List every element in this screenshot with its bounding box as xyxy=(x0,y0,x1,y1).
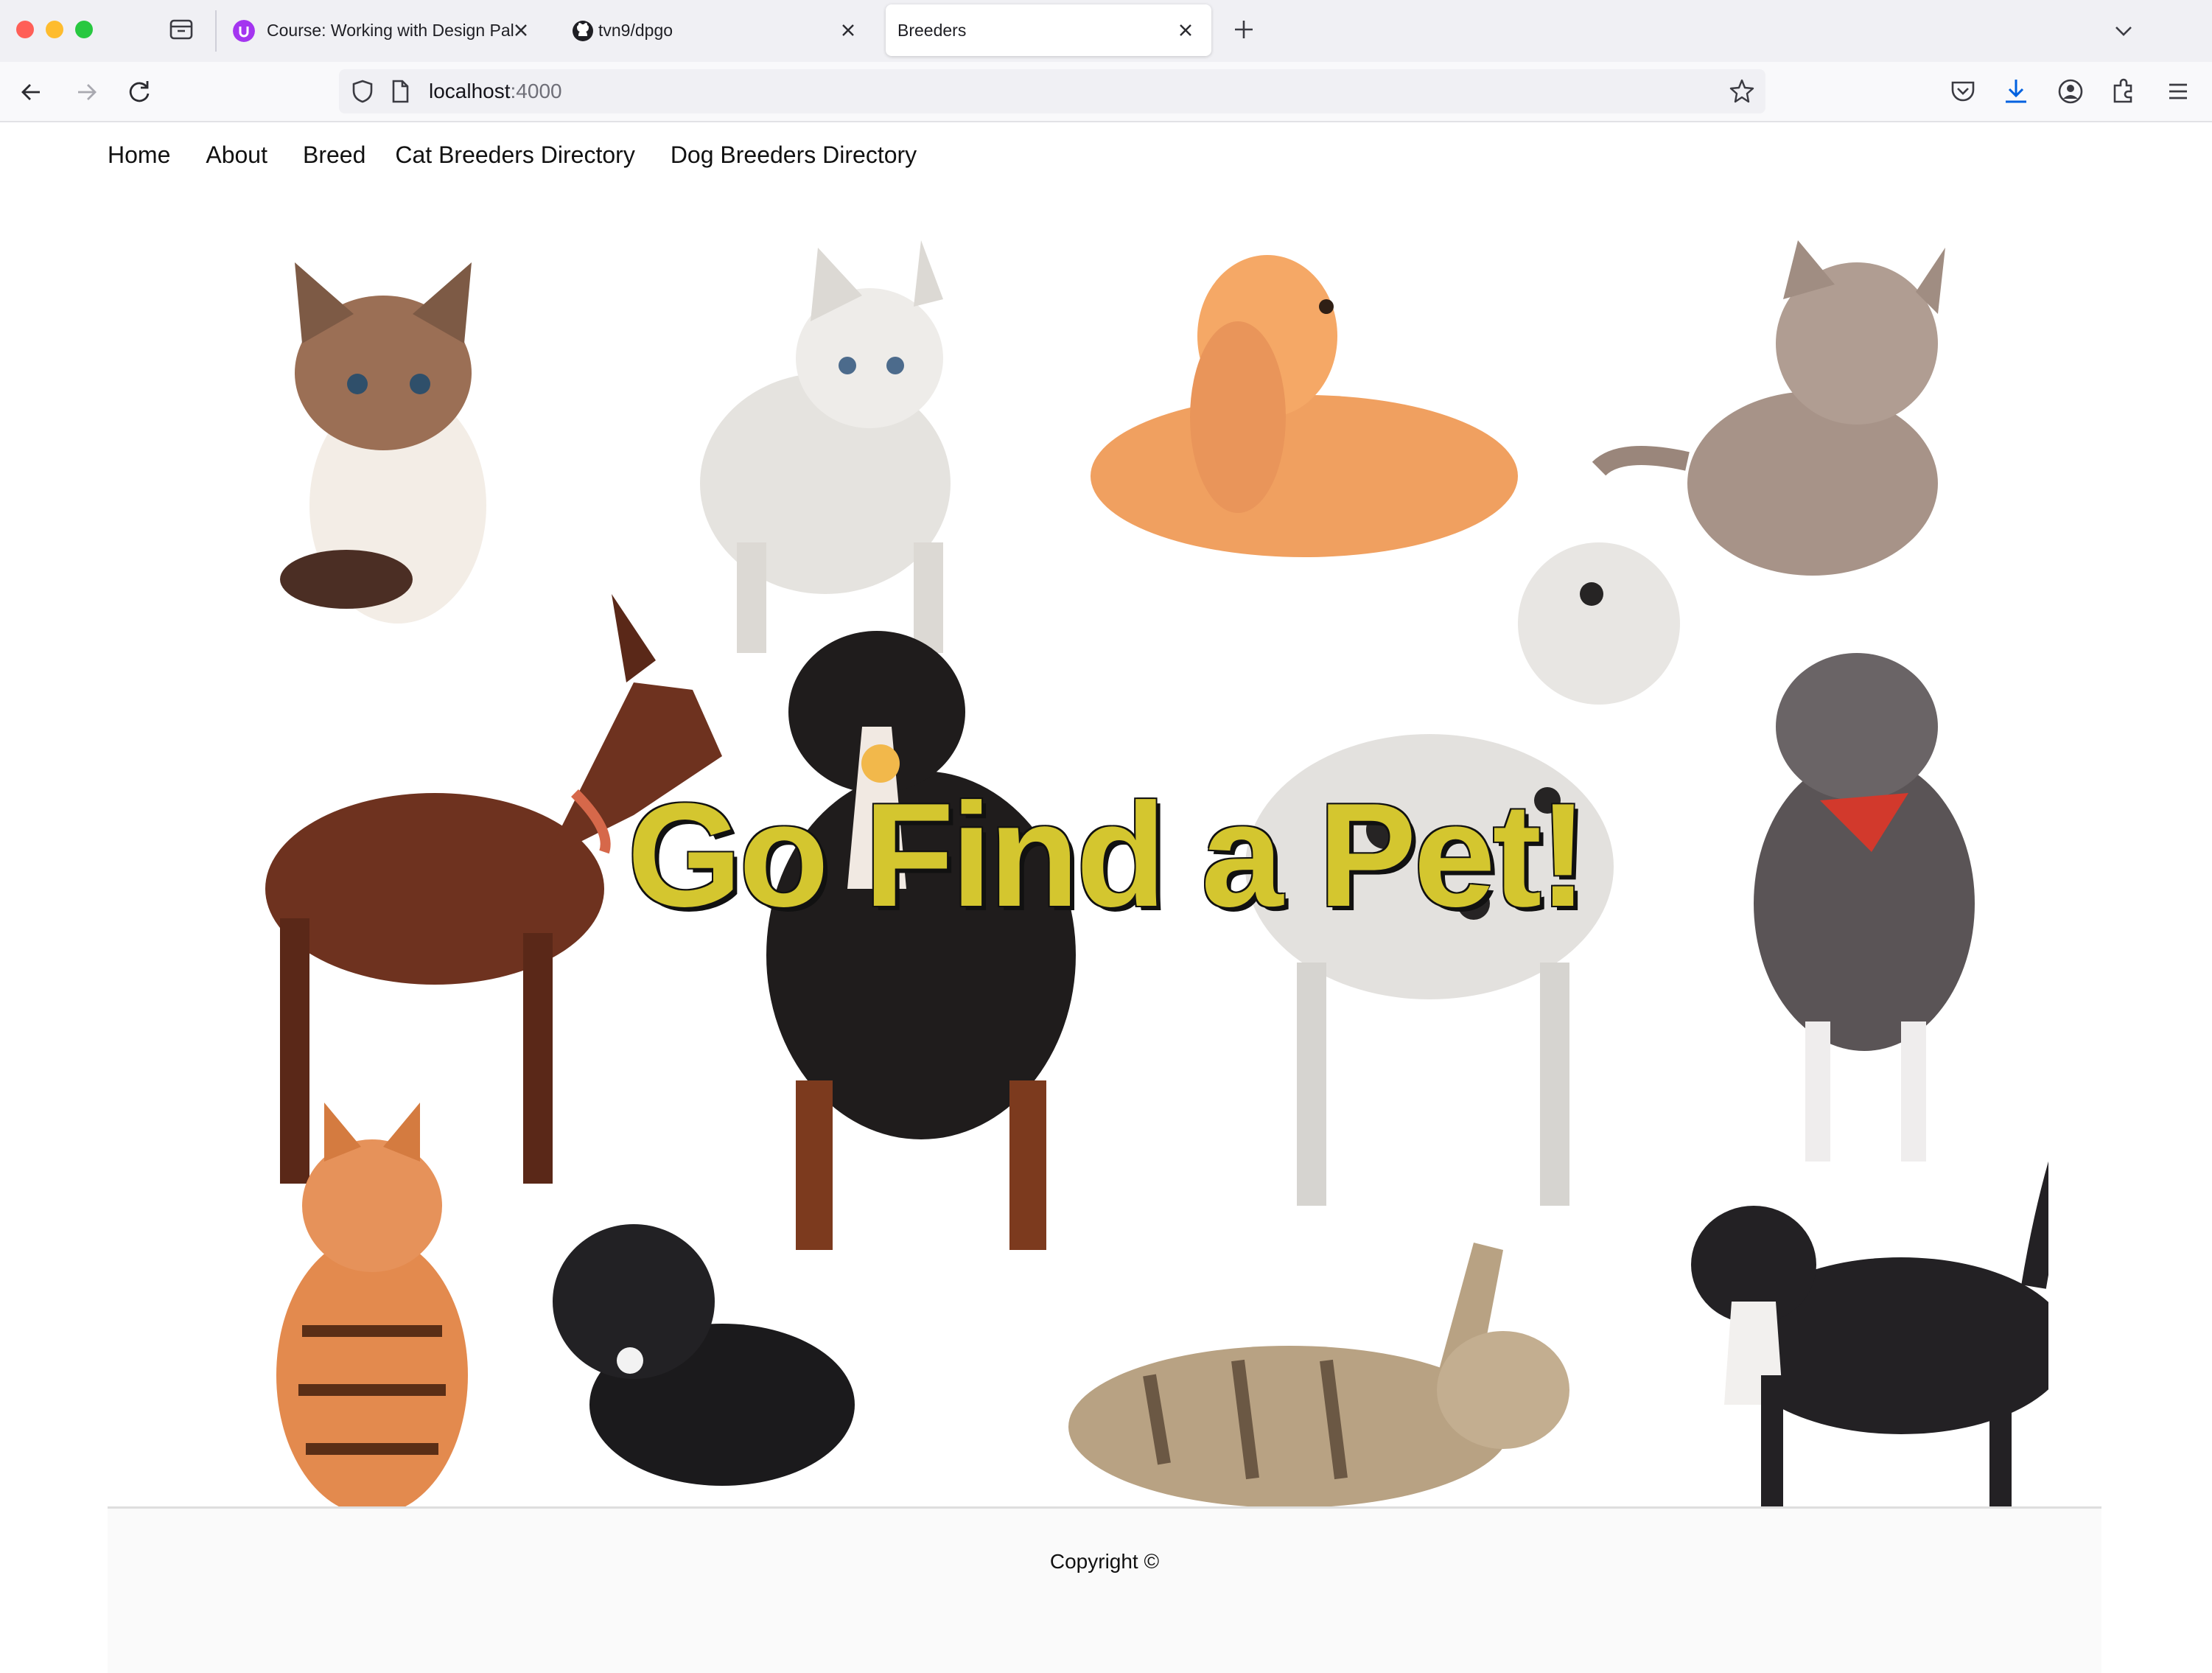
tab-title: Course: Working with Design Pal xyxy=(267,20,514,40)
cat-grey-illustration xyxy=(1592,240,1945,576)
account-icon[interactable] xyxy=(2054,75,2087,108)
close-icon[interactable] xyxy=(511,21,531,40)
udemy-icon xyxy=(233,20,255,42)
url-host: localhost xyxy=(429,80,511,102)
dog-spaniel-illustration xyxy=(1091,255,1518,557)
url-port: :4000 xyxy=(510,80,562,102)
new-tab-icon[interactable] xyxy=(1231,16,1257,43)
tab-title: Breeders xyxy=(897,20,967,40)
close-icon[interactable] xyxy=(1176,21,1195,40)
browser-tab-bar: Course: Working with Design Pal tvn9/dpg… xyxy=(0,0,2212,62)
hero-title: Go Find a Pet! xyxy=(627,773,1588,937)
download-icon[interactable] xyxy=(2000,75,2032,108)
bookmark-star-icon[interactable] xyxy=(1727,77,1757,106)
url-text[interactable]: localhost:4000 xyxy=(429,80,562,103)
pocket-icon[interactable] xyxy=(1947,75,1979,108)
kitten-calico-illustration xyxy=(280,262,486,624)
shield-icon[interactable] xyxy=(349,78,376,105)
tab-github[interactable]: tvn9/dpgo xyxy=(557,4,874,56)
extensions-icon[interactable] xyxy=(2107,75,2140,108)
close-icon[interactable] xyxy=(839,21,858,40)
browser-toolbar: localhost:4000 xyxy=(0,62,2212,122)
chevron-down-icon[interactable] xyxy=(2110,18,2137,44)
tab-separator xyxy=(215,10,217,52)
back-arrow-icon[interactable] xyxy=(15,75,49,109)
window-close-button[interactable] xyxy=(16,21,34,38)
tab-overview-icon[interactable] xyxy=(167,15,196,44)
reload-icon[interactable] xyxy=(122,75,156,109)
window-minimize-button[interactable] xyxy=(46,21,63,38)
tab-course[interactable]: Course: Working with Design Pal xyxy=(218,4,535,56)
web-page: Home About Breed Cat Breeders Directory … xyxy=(0,122,2212,1673)
tab-breeders[interactable]: Breeders xyxy=(886,4,1211,56)
cat-stretching-tabby-illustration xyxy=(1068,1243,1569,1508)
github-icon xyxy=(573,21,593,41)
nav-cat-breeders-link[interactable]: Cat Breeders Directory xyxy=(395,142,634,169)
kitten-white-illustration xyxy=(700,240,951,653)
url-bar[interactable]: localhost:4000 xyxy=(339,69,1765,113)
nav-home-link[interactable]: Home xyxy=(108,142,170,169)
forward-arrow-icon[interactable] xyxy=(69,75,103,109)
page-icon[interactable] xyxy=(388,78,413,105)
tab-title: tvn9/dpgo xyxy=(598,20,673,40)
page-footer: Copyright © xyxy=(108,1506,2101,1673)
nav-dog-breeders-link[interactable]: Dog Breeders Directory xyxy=(671,142,917,169)
dog-black-puppy-illustration xyxy=(553,1224,855,1486)
nav-about-link[interactable]: About xyxy=(206,142,267,169)
dog-bernese-illustration xyxy=(766,631,1076,1250)
site-nav: Home About Breed Cat Breeders Directory … xyxy=(108,136,952,174)
copyright-text: Copyright © xyxy=(1049,1550,1160,1573)
cat-tuxedo-illustration xyxy=(1691,1014,2133,1545)
menu-icon[interactable] xyxy=(2162,75,2194,108)
nav-breed-link[interactable]: Breed xyxy=(303,142,365,169)
window-maximize-button[interactable] xyxy=(75,21,93,38)
